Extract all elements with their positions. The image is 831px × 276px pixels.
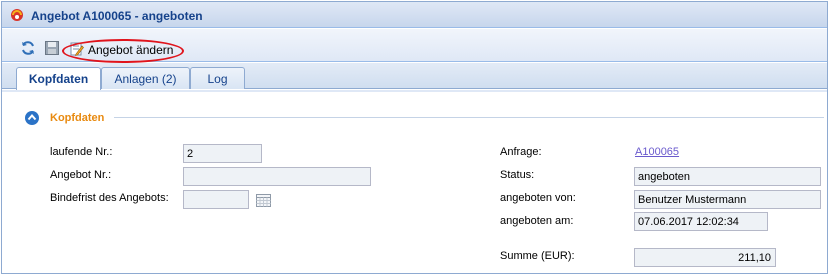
window-title: Angebot A100065 - angeboten [31, 9, 203, 23]
anfrage-link[interactable]: A100065 [635, 146, 679, 158]
app-logo-icon [11, 9, 23, 21]
angeboten-am-label: angeboten am: [500, 215, 574, 227]
edit-document-icon [70, 42, 84, 56]
status-field[interactable]: angeboten [634, 167, 821, 186]
angebot-nr-field[interactable] [183, 167, 371, 186]
section-title: Kopfdaten [50, 112, 105, 124]
bindefrist-label: Bindefrist des Angebots: [50, 192, 169, 204]
edit-offer-button[interactable]: Angebot ändern [66, 39, 177, 61]
toolbar: Angebot ändern [2, 29, 827, 63]
angebot-nr-label: Angebot Nr.: [50, 169, 112, 181]
tab-content: Kopfdaten laufende Nr.: 2 Angebot Nr.: B… [2, 90, 827, 273]
anfrage-label: Anfrage: [500, 146, 542, 158]
content-top-border [2, 90, 827, 92]
tab-anlagen[interactable]: Anlagen (2) [101, 67, 190, 89]
angeboten-von-field[interactable]: Benutzer Mustermann [634, 190, 821, 209]
edit-offer-label: Angebot ändern [88, 43, 174, 57]
summe-field[interactable]: 211,10 [634, 248, 776, 267]
summe-label: Summe (EUR): [500, 250, 575, 262]
bindefrist-field[interactable] [183, 190, 249, 209]
laufende-nr-label: laufende Nr.: [50, 146, 113, 158]
offer-window: Angebot A100065 - angeboten Angebot ände… [1, 1, 828, 274]
calendar-icon[interactable] [256, 194, 271, 207]
tab-strip: Kopfdaten Anlagen (2) Log [2, 63, 827, 90]
save-icon[interactable] [44, 40, 60, 56]
angeboten-von-label: angeboten von: [500, 192, 576, 204]
angeboten-am-field[interactable]: 07.06.2017 12:02:34 [634, 212, 768, 231]
collapse-up-icon[interactable] [24, 110, 40, 126]
section-divider [114, 117, 824, 118]
status-label: Status: [500, 169, 535, 181]
window-titlebar: Angebot A100065 - angeboten [2, 2, 827, 28]
tab-log[interactable]: Log [190, 67, 245, 89]
laufende-nr-field[interactable]: 2 [183, 144, 262, 163]
refresh-icon[interactable] [20, 40, 36, 56]
tab-kopfdaten[interactable]: Kopfdaten [16, 67, 101, 90]
